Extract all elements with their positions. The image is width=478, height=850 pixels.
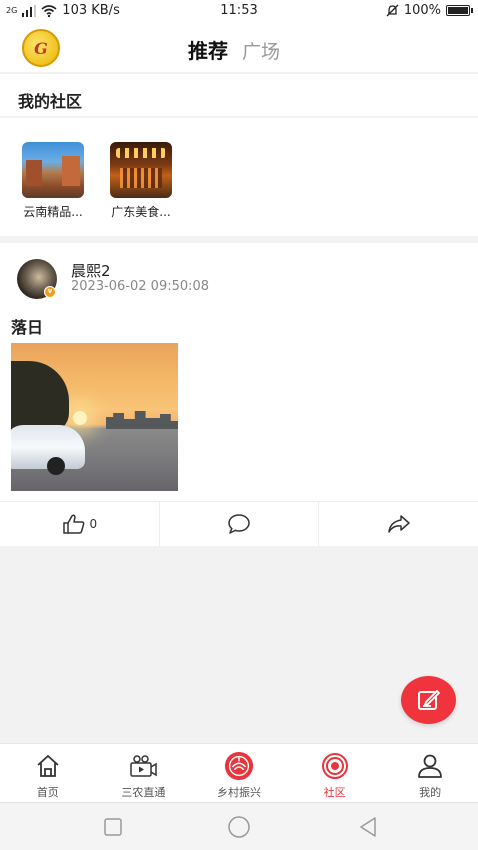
top-header: G 推荐 广场 [0, 22, 478, 72]
community-name: 广东美食... [111, 205, 171, 219]
compose-post-button[interactable] [401, 676, 456, 724]
community-item-yunnan[interactable]: 云南精品... [13, 142, 93, 220]
share-icon [387, 515, 410, 533]
like-button[interactable]: 0 [0, 502, 160, 546]
verified-badge-icon: v [44, 286, 56, 298]
community-name: 云南精品... [23, 205, 83, 219]
like-count: 0 [89, 517, 98, 531]
battery-percent: 100% [403, 3, 441, 18]
trees [11, 361, 69, 433]
home-icon [33, 751, 63, 781]
community-item-guangdong[interactable]: 广东美食... [101, 142, 181, 220]
nav-community[interactable]: 社区 [287, 744, 383, 802]
tab-square[interactable]: 广场 [242, 37, 280, 64]
nav-label: 乡村振兴 [216, 786, 261, 799]
thumbs-up-icon [62, 514, 84, 534]
nav-label: 我的 [419, 786, 442, 799]
mute-bell-icon [386, 4, 399, 17]
avatar[interactable]: v [17, 259, 57, 299]
back-triangle-icon [360, 817, 376, 837]
sunset-sun [73, 411, 87, 425]
tab-recommend[interactable]: 推荐 [188, 35, 228, 64]
nav-agri-channel[interactable]: 三农直通 [96, 744, 192, 802]
my-community-title: 我的社区 [18, 92, 83, 111]
square-icon [104, 818, 122, 836]
bottom-nav: 首页 三农直通 乡村振兴 社区 我的 [0, 743, 478, 802]
post-card: v 晨熙2 2023-06-02 09:50:08 落日 0 [0, 243, 478, 546]
post-timestamp: 2023-06-02 09:50:08 [71, 279, 210, 294]
nav-home[interactable]: 首页 [0, 744, 96, 802]
community-thumbnail [110, 142, 172, 198]
comment-icon [228, 514, 250, 534]
back-button[interactable] [356, 815, 380, 839]
post-title[interactable]: 落日 [11, 314, 43, 338]
battery-fill [448, 7, 468, 14]
rural-emblem-icon [224, 751, 254, 781]
community-list: 云南精品... 广东美食... [0, 118, 478, 236]
battery-icon [446, 5, 473, 16]
recent-apps-button[interactable] [101, 815, 125, 839]
user-icon [415, 751, 445, 781]
post-image[interactable] [11, 343, 178, 491]
circle-icon [228, 816, 250, 838]
community-icon [320, 751, 350, 781]
nav-profile[interactable]: 我的 [382, 744, 478, 802]
post-author[interactable]: 晨熙2 [71, 260, 111, 281]
nav-label: 社区 [323, 786, 346, 799]
nav-label: 三农直通 [121, 786, 166, 799]
share-button[interactable] [319, 502, 478, 546]
video-camera-icon [128, 751, 158, 781]
community-thumbnail [22, 142, 84, 198]
skyline [106, 411, 178, 429]
comment-button[interactable] [160, 502, 320, 546]
nav-label: 首页 [36, 786, 59, 799]
feed-tabs: 推荐 广场 [188, 35, 280, 64]
edit-icon [417, 690, 440, 710]
nav-rural-revival[interactable]: 乡村振兴 [191, 744, 287, 802]
post-actions: 0 [0, 501, 478, 546]
system-nav-bar [0, 802, 478, 850]
status-bar: 2G 103 KB/s 11:53 100% [0, 0, 478, 22]
my-community-header: 我的社区 [0, 73, 478, 117]
car-wheel [47, 457, 65, 475]
home-system-button[interactable] [227, 815, 251, 839]
status-right: 100% [386, 3, 473, 18]
app-logo[interactable]: G [22, 29, 60, 67]
